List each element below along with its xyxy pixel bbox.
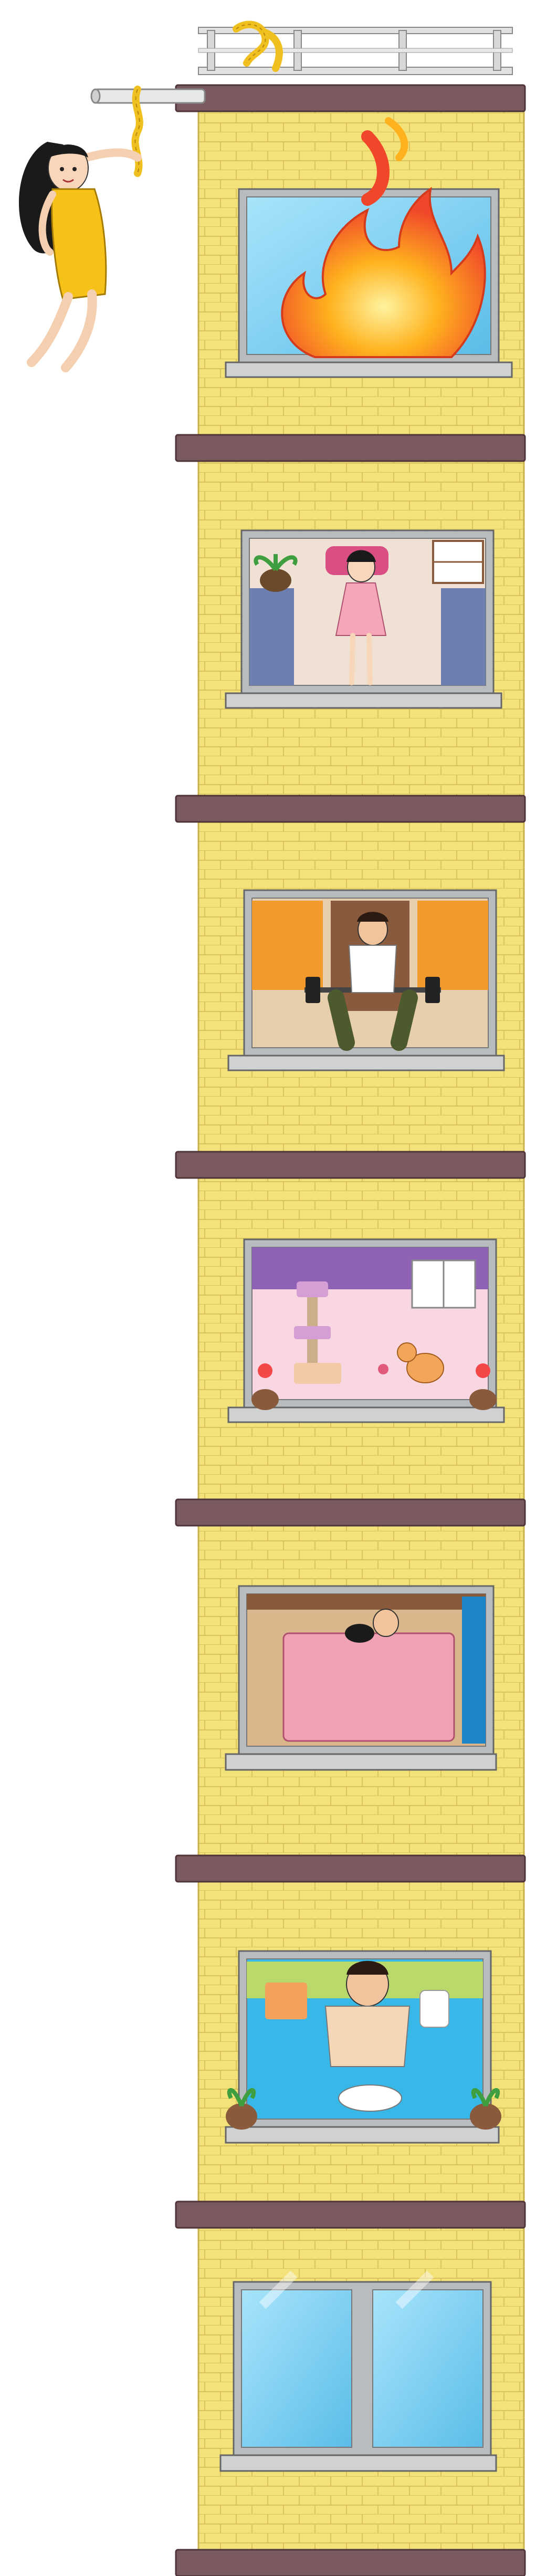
window-floor-7[interactable] (219, 2270, 497, 2472)
heroine-character[interactable] (18, 142, 142, 372)
roof-railing (198, 27, 513, 75)
drain-pipe (90, 88, 206, 104)
dresser-icon (432, 540, 484, 584)
game-scene (18, 20, 526, 2576)
